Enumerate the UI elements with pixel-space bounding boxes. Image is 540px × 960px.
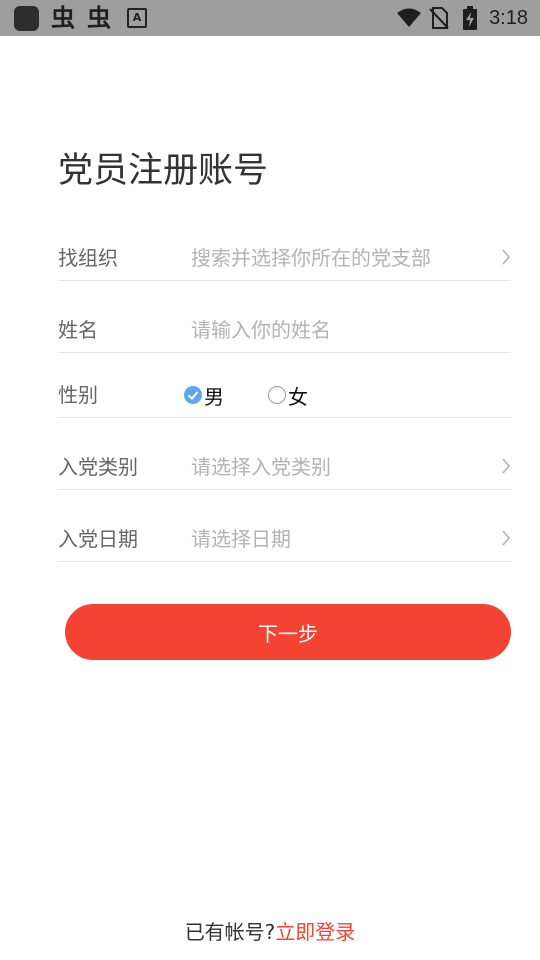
chevron-right-icon xyxy=(502,249,511,265)
gender-row: 性别 男 女 xyxy=(58,369,511,418)
join-date-select[interactable]: 请选择日期 xyxy=(191,525,291,553)
gender-label: 性别 xyxy=(58,383,98,407)
page-title: 党员注册账号 xyxy=(58,151,269,191)
gender-male-label: 男 xyxy=(204,384,224,409)
bug-icon: 虫 xyxy=(51,4,75,32)
gender-radio-female[interactable]: 女 xyxy=(268,381,308,410)
gender-female-label: 女 xyxy=(288,384,308,409)
name-label: 姓名 xyxy=(58,318,98,342)
accessibility-a-icon: A xyxy=(127,8,147,28)
status-bar: 虫 虫 A 3:18 xyxy=(0,0,540,36)
organization-label: 找组织 xyxy=(58,246,118,270)
party-type-label: 入党类别 xyxy=(58,455,138,479)
next-button[interactable]: 下一步 xyxy=(65,604,511,660)
wifi-icon xyxy=(397,8,422,27)
gender-radio-male[interactable]: 男 xyxy=(184,381,224,410)
join-date-label: 入党日期 xyxy=(58,527,138,551)
name-input[interactable]: 请输入你的姓名 xyxy=(191,316,331,344)
has-account-prompt: 已有帐号? xyxy=(184,920,276,944)
name-row: 姓名 请输入你的姓名 xyxy=(58,304,511,353)
chevron-right-icon xyxy=(502,530,511,546)
party-type-select[interactable]: 请选择入党类别 xyxy=(191,453,331,481)
login-link[interactable]: 立即登录 xyxy=(275,920,355,944)
organization-search-field[interactable]: 搜索并选择你所在的党支部 xyxy=(191,244,431,272)
footer: 已有帐号?立即登录 xyxy=(0,916,540,945)
chevron-right-icon xyxy=(502,458,511,474)
no-sim-icon xyxy=(429,7,449,29)
status-time: 3:18 xyxy=(489,6,528,29)
party-type-row[interactable]: 入党类别 请选择入党类别 xyxy=(58,441,511,490)
app-square-icon xyxy=(14,5,39,31)
radio-unchecked-icon xyxy=(268,386,286,404)
organization-row[interactable]: 找组织 搜索并选择你所在的党支部 xyxy=(58,232,511,281)
battery-charging-icon xyxy=(463,6,478,30)
status-left: 虫 虫 A xyxy=(14,5,147,31)
gender-radio-group: 男 女 xyxy=(184,381,352,409)
join-date-row[interactable]: 入党日期 请选择日期 xyxy=(58,513,511,562)
status-right: 3:18 xyxy=(397,0,528,36)
radio-checked-icon xyxy=(184,386,202,404)
bug-icon: 虫 xyxy=(87,4,111,32)
